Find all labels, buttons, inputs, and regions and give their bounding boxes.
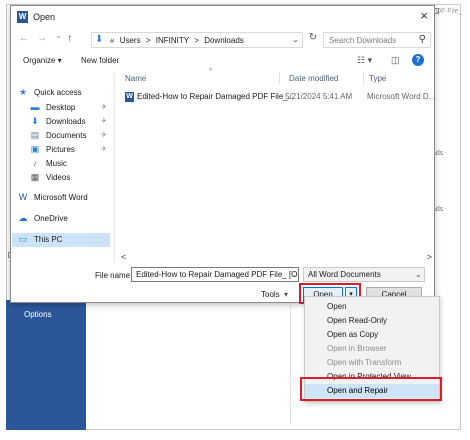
- sidebar-item-downloads[interactable]: ⬇ Downloads ✈: [12, 115, 110, 129]
- file-name-field[interactable]: Edited-How to Repair Damaged PDF File_ […: [131, 267, 299, 282]
- column-header-name[interactable]: Name: [125, 74, 146, 83]
- options-menu-item[interactable]: Options: [24, 310, 52, 319]
- sidebar-item-network[interactable]: ⊞Network: [12, 254, 110, 257]
- sidebar-item-label: Pictures: [46, 145, 75, 154]
- menu-item-open-with-transform: Open with Transform: [327, 358, 402, 367]
- help-icon[interactable]: ?: [412, 54, 424, 66]
- file-list: ^ Name Date modified Type W Edited-How t…: [119, 68, 436, 256]
- breadcrumb-users[interactable]: Users: [120, 36, 141, 45]
- tools-button[interactable]: Tools: [261, 290, 280, 299]
- chevron-down-icon[interactable]: ⌄: [415, 270, 422, 279]
- tools-dropdown-icon[interactable]: ▾: [284, 290, 288, 299]
- word-document-icon: W: [125, 92, 134, 102]
- dialog-titlebar: W Open ×: [11, 6, 434, 28]
- new-folder-button[interactable]: New folder: [81, 56, 119, 65]
- sidebar-item-this-pc[interactable]: ▭ This PC: [12, 233, 110, 247]
- sidebar-item-documents[interactable]: ▤ Documents ✈: [12, 129, 110, 143]
- search-input[interactable]: Search Downloads ⚲: [323, 32, 431, 48]
- sidebar-item-label: This PC: [34, 235, 63, 244]
- column-header-type[interactable]: Type: [369, 74, 386, 83]
- highlight-box: [300, 377, 442, 401]
- organize-button[interactable]: Organize ▾: [23, 56, 62, 65]
- search-placeholder: Search Downloads: [329, 36, 397, 45]
- music-icon: ♪: [32, 158, 38, 168]
- cloud-icon: ☁: [18, 213, 28, 223]
- menu-item-open-as-copy[interactable]: Open as Copy: [305, 328, 439, 342]
- open-file-dialog: W Open × ← → ⌄ ↑ ⬇ « Users > INFINITY > …: [10, 5, 436, 304]
- navigation-pane: ★ Quick access ▬ Desktop ✈ ⬇ Downloads ✈ ▤ Docume…: [12, 76, 112, 256]
- address-bar[interactable]: ⬇ « Users > INFINITY > Downloads ⌄: [91, 32, 303, 48]
- sidebar-item-music[interactable]: ♪ Music: [12, 157, 110, 171]
- breadcrumb-overflow[interactable]: «: [110, 36, 114, 45]
- sidebar-item-label: Desktop: [46, 103, 76, 112]
- word-app-icon: W: [17, 11, 28, 23]
- forward-arrow-icon[interactable]: →: [37, 33, 47, 44]
- sidebar-item-label: Downloads: [46, 117, 86, 126]
- menu-item-open-read-only[interactable]: Open Read-Only: [305, 314, 439, 328]
- pane-divider[interactable]: [114, 72, 115, 262]
- sort-ascending-icon: ^: [209, 68, 213, 75]
- file-date: 5/21/2024 5:41 AM: [285, 92, 353, 101]
- column-divider[interactable]: [279, 72, 280, 84]
- up-arrow-icon[interactable]: ↑: [67, 33, 72, 44]
- column-header-date[interactable]: Date modified: [289, 74, 338, 83]
- breadcrumb-infinity[interactable]: INFINITY: [156, 36, 189, 45]
- downloads-folder-icon: ⬇: [95, 34, 104, 45]
- pin-icon[interactable]: ✈: [101, 117, 107, 125]
- file-name: Edited-How to Repair Damaged PDF File_..…: [137, 92, 295, 101]
- breadcrumb-downloads[interactable]: Downloads: [204, 36, 244, 45]
- back-arrow-icon[interactable]: ←: [19, 33, 29, 44]
- backstage-nav-panel: [6, 300, 86, 430]
- scroll-left-icon[interactable]: <: [121, 252, 126, 262]
- background-title-snippet: DF File_: [436, 8, 463, 15]
- videos-icon: ▦: [30, 172, 40, 182]
- file-name-label: File name:: [95, 271, 133, 280]
- view-options-icon[interactable]: ☷ ▾: [357, 55, 372, 66]
- navigation-bar: ← → ⌄ ↑ ⬇ « Users > INFINITY > Downloads…: [11, 30, 434, 50]
- sidebar-item-label: OneDrive: [34, 214, 68, 223]
- sidebar-item-label: Music: [46, 159, 67, 168]
- breadcrumb: « Users > INFINITY > Downloads: [110, 36, 247, 45]
- menu-item-open-in-browser: Open in Browser: [327, 344, 387, 353]
- divider: [290, 305, 291, 425]
- computer-icon: ▭: [18, 234, 28, 244]
- documents-icon: ▤: [30, 130, 40, 140]
- scroll-right-icon[interactable]: >: [427, 252, 432, 262]
- sidebar-item-microsoft-word[interactable]: W Microsoft Word: [12, 191, 110, 205]
- breadcrumb-separator: >: [145, 36, 151, 45]
- column-divider[interactable]: [363, 72, 364, 84]
- chevron-down-icon[interactable]: ⌄: [292, 35, 299, 44]
- desktop-icon: ▬: [30, 102, 40, 112]
- menu-item-open[interactable]: Open: [305, 300, 439, 314]
- sidebar-item-label: Videos: [46, 173, 71, 182]
- chevron-down-icon[interactable]: ⌄: [290, 270, 297, 279]
- preview-pane-icon[interactable]: ◫: [391, 55, 400, 66]
- sidebar-item-desktop[interactable]: ▬ Desktop ✈: [12, 101, 110, 115]
- horizontal-scrollbar[interactable]: < >: [119, 252, 434, 264]
- pictures-icon: ▣: [30, 144, 40, 154]
- file-type: Microsoft Word D...: [367, 92, 436, 101]
- sidebar-item-label: Microsoft Word: [34, 193, 88, 202]
- star-icon: ★: [18, 87, 28, 97]
- dialog-title: Open: [33, 12, 56, 22]
- breadcrumb-separator: >: [194, 36, 199, 45]
- download-icon: ⬇: [31, 116, 39, 126]
- sidebar-item-label: Quick access: [34, 88, 82, 97]
- recent-locations-icon[interactable]: ⌄: [55, 31, 62, 40]
- pin-icon[interactable]: ✈: [101, 103, 107, 111]
- pin-icon[interactable]: ✈: [101, 131, 107, 139]
- file-type-select[interactable]: All Word Documents: [303, 267, 425, 282]
- search-icon: ⚲: [418, 34, 426, 45]
- refresh-icon[interactable]: ↻: [306, 32, 320, 48]
- pin-icon[interactable]: ✈: [101, 145, 107, 153]
- sidebar-item-pictures[interactable]: ▣ Pictures ✈: [12, 143, 110, 157]
- close-icon[interactable]: ×: [420, 9, 428, 23]
- sidebar-item-videos[interactable]: ▦ Videos: [12, 171, 110, 185]
- table-row[interactable]: W Edited-How to Repair Damaged PDF File_…: [123, 90, 436, 104]
- sidebar-item-onedrive[interactable]: ☁ OneDrive: [12, 212, 110, 226]
- sidebar-item-quick-access[interactable]: ★ Quick access: [12, 86, 110, 100]
- word-icon: W: [18, 192, 28, 202]
- sidebar-item-label: Documents: [46, 131, 87, 140]
